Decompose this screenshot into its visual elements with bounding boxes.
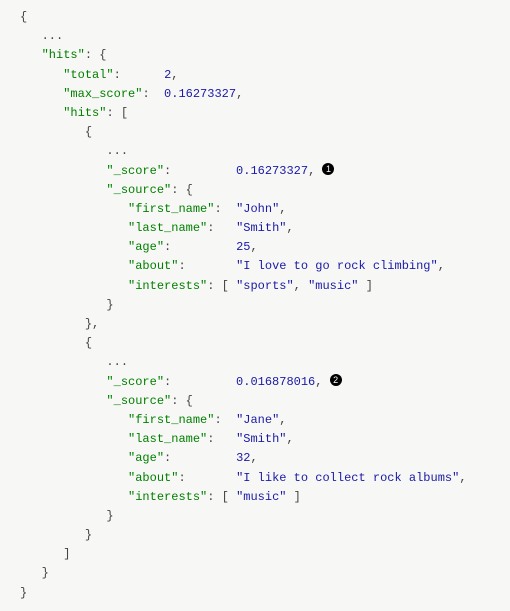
val-score-2: 0.016878016	[236, 375, 315, 389]
val-age-1: 25	[236, 240, 250, 254]
ellipsis: ...	[106, 355, 128, 369]
code-block: { ... "hits": { "total": 2, "max_score":…	[0, 0, 510, 611]
key-source: "_source"	[106, 394, 171, 408]
ellipsis: ...	[42, 29, 64, 43]
val-interest-1a: "sports"	[236, 279, 294, 293]
key-about: "about"	[128, 259, 178, 273]
key-last-name: "last_name"	[128, 432, 207, 446]
key-hits: "hits"	[42, 48, 85, 62]
key-first-name: "first_name"	[128, 202, 214, 216]
key-first-name: "first_name"	[128, 413, 214, 427]
key-total: "total"	[63, 68, 113, 82]
key-score: "_score"	[106, 164, 164, 178]
key-hits-array: "hits"	[63, 106, 106, 120]
val-max-score: 0.16273327	[164, 87, 236, 101]
key-last-name: "last_name"	[128, 221, 207, 235]
val-about-1: "I love to go rock climbing"	[236, 259, 438, 273]
val-interest-1b: "music"	[308, 279, 358, 293]
val-age-2: 32	[236, 451, 250, 465]
callout-1-icon: 1	[322, 163, 334, 175]
key-interests: "interests"	[128, 279, 207, 293]
key-max-score: "max_score"	[63, 87, 142, 101]
val-about-2: "I like to collect rock albums"	[236, 471, 459, 485]
val-first-name-2: "Jane"	[236, 413, 279, 427]
key-score: "_score"	[106, 375, 164, 389]
brace: {	[20, 10, 27, 24]
val-first-name-1: "John"	[236, 202, 279, 216]
callout-2-icon: 2	[330, 374, 342, 386]
key-interests: "interests"	[128, 490, 207, 504]
key-source: "_source"	[106, 183, 171, 197]
val-last-name-2: "Smith"	[236, 432, 286, 446]
val-last-name-1: "Smith"	[236, 221, 286, 235]
val-score-1: 0.16273327	[236, 164, 308, 178]
key-age: "age"	[128, 240, 164, 254]
key-about: "about"	[128, 471, 178, 485]
val-interest-2a: "music"	[236, 490, 286, 504]
key-age: "age"	[128, 451, 164, 465]
ellipsis: ...	[106, 144, 128, 158]
